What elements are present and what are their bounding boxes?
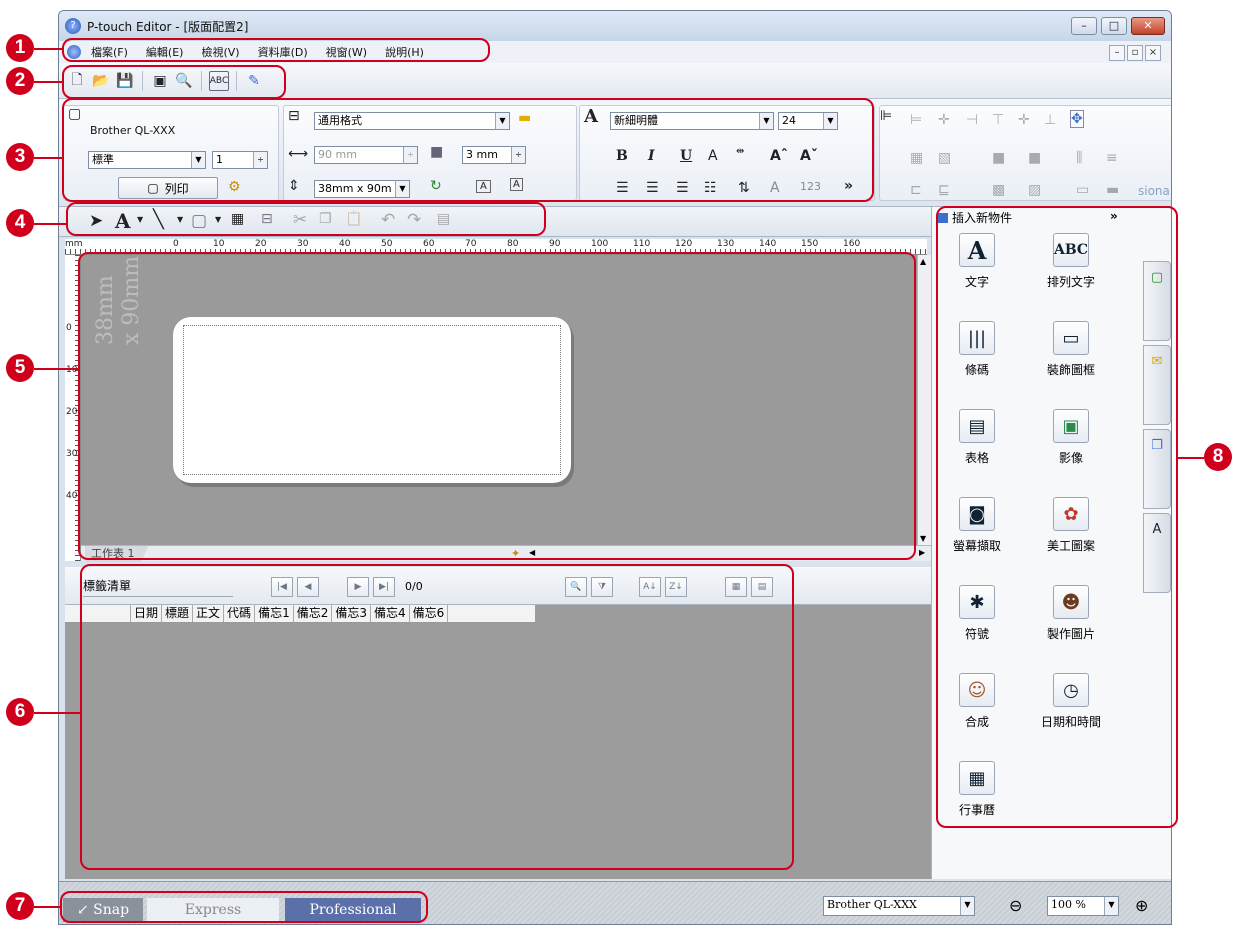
layout-panel: ⊫ ⊨ ✛ ⊣ ⊤ ✛ ⊥ ✥ ▦ ▧ ■ ■ ⫼ ≡ ⊏ ⊑ ▩ ▨ ▭ ▬ … bbox=[879, 105, 1172, 201]
scroll-right-icon[interactable]: ▶ bbox=[919, 548, 925, 557]
ruler-tick: 100 bbox=[591, 239, 609, 249]
align-right-objects-icon[interactable]: ⊣ bbox=[966, 112, 978, 128]
callout-line-7 bbox=[34, 906, 62, 908]
minimize-button[interactable]: – bbox=[1071, 17, 1097, 35]
callout-box-dock bbox=[936, 206, 1178, 828]
scroll-down-icon[interactable]: ▼ bbox=[920, 534, 926, 543]
ruler-tick: 160 bbox=[843, 239, 861, 249]
app-logo-icon: ? bbox=[65, 18, 81, 34]
maximize-button[interactable]: □ bbox=[1101, 17, 1127, 35]
space-horizontal-icon[interactable]: ⫼ bbox=[1076, 150, 1082, 166]
ruler-tick: 140 bbox=[759, 239, 777, 249]
ruler-tick: 0 bbox=[173, 239, 179, 249]
ruler-tick: 20 bbox=[66, 407, 78, 417]
space-vertical-icon[interactable]: ≡ bbox=[1106, 150, 1118, 166]
callout-box-database bbox=[80, 564, 794, 870]
align-left-objects-icon[interactable]: ⊨ bbox=[910, 112, 922, 128]
zoom-value: 100 % bbox=[1051, 898, 1086, 911]
align-bottom-objects-icon[interactable]: ⊥ bbox=[1044, 112, 1056, 128]
chevron-down-icon[interactable]: ▼ bbox=[960, 897, 974, 915]
ruler-tick: 120 bbox=[675, 239, 693, 249]
distribute-icon[interactable]: ✥ bbox=[1070, 110, 1084, 128]
callout-3: 3 bbox=[6, 143, 34, 171]
same-height-icon[interactable]: ■ bbox=[1028, 150, 1041, 166]
ruler-tick: 50 bbox=[381, 239, 393, 249]
callout-line-2 bbox=[34, 81, 64, 83]
callout-box-menu bbox=[62, 38, 490, 62]
ungroup-icon[interactable]: ▧ bbox=[938, 150, 951, 166]
callout-4: 4 bbox=[6, 209, 34, 237]
bring-front-icon[interactable]: ▩ bbox=[992, 182, 1005, 198]
zoom-select[interactable]: 100 % ▼ bbox=[1047, 896, 1119, 916]
callout-5: 5 bbox=[6, 354, 34, 382]
zoom-in-icon[interactable]: ⊕ bbox=[1135, 896, 1148, 915]
callout-line-4 bbox=[34, 223, 68, 225]
professional-watermark: sional bbox=[1138, 184, 1172, 198]
callout-8: 8 bbox=[1204, 443, 1232, 471]
callout-line-8 bbox=[1178, 457, 1204, 459]
callout-line-3 bbox=[34, 157, 64, 159]
close-button[interactable]: ✕ bbox=[1131, 17, 1165, 35]
rotate-icon[interactable]: ⊏ bbox=[910, 182, 922, 198]
ruler-tick: 90 bbox=[549, 239, 561, 249]
same-width-icon[interactable]: ■ bbox=[992, 150, 1005, 166]
ruler-tick: 150 bbox=[801, 239, 819, 249]
group-icon[interactable]: ▦ bbox=[910, 150, 923, 166]
scroll-up-icon[interactable]: ▲ bbox=[920, 257, 926, 266]
layout-panel-icon: ⊫ bbox=[880, 108, 893, 124]
lock-icon[interactable]: ▭ bbox=[1076, 182, 1089, 198]
ruler-tick: 0 bbox=[66, 323, 72, 333]
ruler-tick: 40 bbox=[66, 491, 78, 501]
canvas-vertical-scrollbar[interactable]: ▲ ▼ bbox=[917, 255, 931, 545]
callout-line-6 bbox=[34, 712, 82, 714]
doc-restore-button[interactable]: ▫ bbox=[1127, 45, 1143, 61]
ruler-tick: 10 bbox=[66, 365, 78, 375]
ruler-tick: 80 bbox=[507, 239, 519, 249]
align-top-objects-icon[interactable]: ⊤ bbox=[992, 112, 1004, 128]
window-title: P-touch Editor - [版面配置2] bbox=[87, 19, 249, 34]
callout-box-draw-toolbar bbox=[66, 202, 546, 236]
chevron-down-icon[interactable]: ▼ bbox=[1104, 897, 1118, 915]
callout-line-5 bbox=[34, 368, 80, 370]
align-middle-objects-icon[interactable]: ✛ bbox=[1018, 112, 1030, 128]
ruler-tick: 30 bbox=[66, 449, 78, 459]
callout-6: 6 bbox=[6, 698, 34, 726]
ruler-tick: 30 bbox=[297, 239, 309, 249]
callout-7: 7 bbox=[6, 892, 34, 920]
ruler-tick: 20 bbox=[255, 239, 267, 249]
callout-box-toolbar bbox=[62, 65, 286, 99]
ruler-unit: mm bbox=[65, 239, 83, 249]
ruler-tick: 60 bbox=[423, 239, 435, 249]
title-bar: ? P-touch Editor - [版面配置2] – □ ✕ bbox=[59, 11, 1171, 41]
align-center-objects-icon[interactable]: ✛ bbox=[938, 112, 950, 128]
send-back-icon[interactable]: ▨ bbox=[1028, 182, 1041, 198]
callout-1: 1 bbox=[6, 34, 34, 62]
callout-box-ribbon bbox=[62, 98, 874, 202]
ruler-tick: 40 bbox=[339, 239, 351, 249]
callout-2: 2 bbox=[6, 67, 34, 95]
printer-select-value: Brother QL-XXX bbox=[827, 898, 917, 911]
ruler-tick: 10 bbox=[213, 239, 225, 249]
zoom-out-icon[interactable]: ⊖ bbox=[1009, 896, 1022, 915]
ruler-tick: 110 bbox=[633, 239, 651, 249]
ruler-tick: 130 bbox=[717, 239, 735, 249]
callout-box-layout bbox=[78, 252, 916, 560]
ruler-tick: 70 bbox=[465, 239, 477, 249]
flip-icon[interactable]: ⊑ bbox=[938, 182, 950, 198]
doc-close-button[interactable]: × bbox=[1145, 45, 1161, 61]
callout-line-1 bbox=[34, 48, 64, 50]
doc-minimize-button[interactable]: – bbox=[1109, 45, 1125, 61]
printer-select[interactable]: Brother QL-XXX ▼ bbox=[823, 896, 975, 916]
callout-box-mode bbox=[60, 891, 428, 923]
unlock-icon[interactable]: ▬ bbox=[1106, 182, 1119, 198]
